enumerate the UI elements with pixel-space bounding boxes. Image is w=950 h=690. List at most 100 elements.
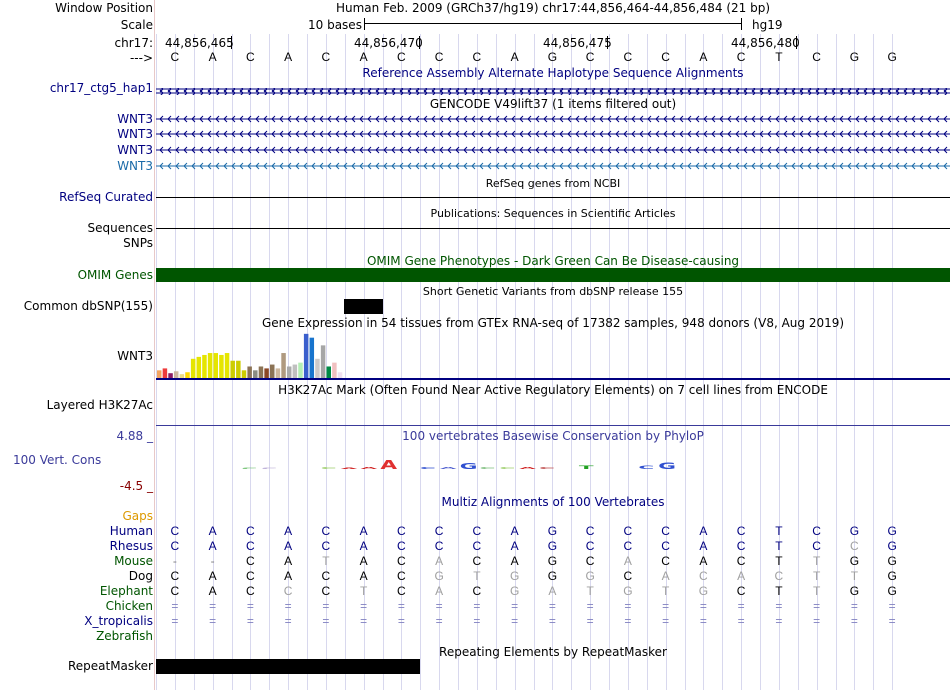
alignment-base: A	[208, 539, 217, 553]
alignment-base: =	[813, 614, 821, 628]
conservation-letter: A	[360, 466, 377, 470]
dbsnp-label[interactable]: Common dbSNP(155)	[24, 299, 153, 313]
species-label[interactable]: Chicken	[106, 599, 153, 613]
gtex-tissue-bar	[173, 371, 179, 378]
alignment-base: A	[359, 524, 368, 538]
conservation-letter: C	[539, 466, 555, 470]
alignment-base: =	[246, 614, 254, 628]
snps-label[interactable]: SNPs	[123, 236, 153, 250]
alignment-base: G	[698, 584, 709, 598]
position-label: 44,856,465	[165, 36, 234, 50]
alignment-base: C	[170, 539, 180, 553]
alignment-base: T	[775, 524, 783, 538]
position-label: 44,856,475	[543, 36, 612, 50]
alignment-base: =	[284, 614, 292, 628]
alignment-base: =	[435, 614, 443, 628]
scale-label: Scale	[120, 18, 153, 32]
alignment-base: A	[510, 554, 519, 568]
h3k27ac-label[interactable]: Layered H3K27Ac	[47, 398, 153, 412]
alignment-base: C	[661, 524, 670, 538]
conservation-logo[interactable]: CCCAAACAGCCACTCG	[156, 455, 950, 480]
alignment-base: =	[209, 599, 217, 613]
alignment-base: C	[623, 569, 633, 583]
species-label[interactable]: Zebrafish	[96, 629, 153, 643]
alignment-base: =	[322, 614, 330, 628]
alignment-base: C	[434, 539, 444, 553]
gtex-chart[interactable]	[156, 330, 950, 380]
alignment-base: =	[775, 599, 783, 613]
alignment-base: A	[208, 524, 217, 538]
reference-base: C	[736, 50, 746, 64]
alignment-base: C	[246, 569, 255, 583]
alignment-base: G	[849, 524, 860, 538]
gtex-tissue-bar	[303, 333, 309, 378]
reference-base: C	[397, 50, 406, 64]
gtex-tissue-bar	[162, 368, 168, 378]
conservation-letter: A	[519, 466, 536, 470]
gencode-label-1[interactable]: WNT3	[117, 112, 153, 126]
multiz-title: Multiz Alignments of 100 Vertebrates	[441, 495, 665, 509]
alt-haplotype-label[interactable]: chr17_ctg5_hap1	[50, 81, 153, 95]
alignment-base: C	[397, 569, 406, 583]
alignment-base: A	[208, 569, 217, 583]
alignment-base: =	[360, 614, 368, 628]
alignment-base: G	[887, 569, 897, 583]
gencode-label-2[interactable]: WNT3	[117, 127, 153, 141]
species-label[interactable]: Elephant	[100, 584, 153, 598]
alignment-base: C	[397, 539, 406, 553]
reference-base: G	[849, 50, 860, 64]
publications-label[interactable]: Sequences	[88, 221, 153, 235]
gtex-tissue-bar	[298, 362, 303, 378]
alignment-base: C	[699, 569, 708, 583]
species-label[interactable]: Rhesus	[110, 539, 153, 553]
conservation-label[interactable]: 100 Vert. Cons	[13, 453, 101, 467]
conservation-letter: A	[380, 459, 397, 473]
alignment-base: C	[661, 539, 670, 553]
alignment-base: =	[662, 614, 670, 628]
gtex-label[interactable]: WNT3	[117, 349, 153, 363]
refseq-label[interactable]: RefSeq Curated	[59, 190, 153, 204]
gtex-tissue-bar	[320, 345, 326, 378]
gencode-features[interactable]	[156, 115, 950, 175]
omim-title: OMIM Gene Phenotypes - Dark Green Can Be…	[366, 254, 740, 268]
alignment-base: C	[246, 539, 255, 553]
conservation-letter: C	[420, 466, 436, 470]
species-label[interactable]: Human	[110, 524, 153, 538]
alignment-base: C	[246, 584, 255, 598]
reference-base: C	[170, 50, 180, 64]
reference-base: A	[359, 50, 368, 64]
species-label[interactable]: X_tropicalis	[84, 614, 153, 628]
label-separator	[154, 0, 155, 690]
alignment-base: C	[472, 554, 482, 568]
conservation-letter: C	[480, 466, 496, 470]
omim-feature[interactable]	[156, 268, 950, 282]
repeatmasker-feature[interactable]	[156, 659, 420, 674]
gencode-label-3[interactable]: WNT3	[117, 143, 153, 157]
conservation-max: 4.88 _	[116, 429, 153, 443]
alignment-base: T	[775, 584, 783, 598]
dbsnp-variant[interactable]	[344, 299, 383, 314]
alignment-base: G	[849, 584, 860, 598]
gtex-tissue-bar	[332, 362, 337, 378]
alignment-base: C	[397, 584, 406, 598]
reference-base: T	[775, 50, 783, 64]
gtex-tissue-bar	[292, 364, 298, 378]
gtex-tissue-bar	[326, 366, 331, 378]
repeatmasker-label[interactable]: RepeatMasker	[68, 659, 153, 673]
conservation-letter: C	[321, 466, 337, 470]
species-label[interactable]: Dog	[129, 569, 153, 583]
alignment-base: A	[359, 539, 368, 553]
alignment-base: C	[736, 539, 746, 553]
alignment-base: =	[888, 614, 896, 628]
alignment-base: A	[284, 524, 293, 538]
gaps-label[interactable]: Gaps	[122, 509, 153, 523]
alignment-base: G	[547, 524, 558, 538]
alt-haplotype-feature[interactable]	[156, 84, 950, 97]
alignment-base: G	[849, 554, 860, 568]
species-label[interactable]: Mouse	[114, 554, 153, 568]
omim-label[interactable]: OMIM Genes	[78, 268, 153, 282]
gencode-label-4[interactable]: WNT3	[117, 159, 153, 173]
conservation-letter: C	[499, 466, 515, 470]
alignment-base: -	[172, 554, 177, 568]
alignment-base: =	[397, 614, 405, 628]
